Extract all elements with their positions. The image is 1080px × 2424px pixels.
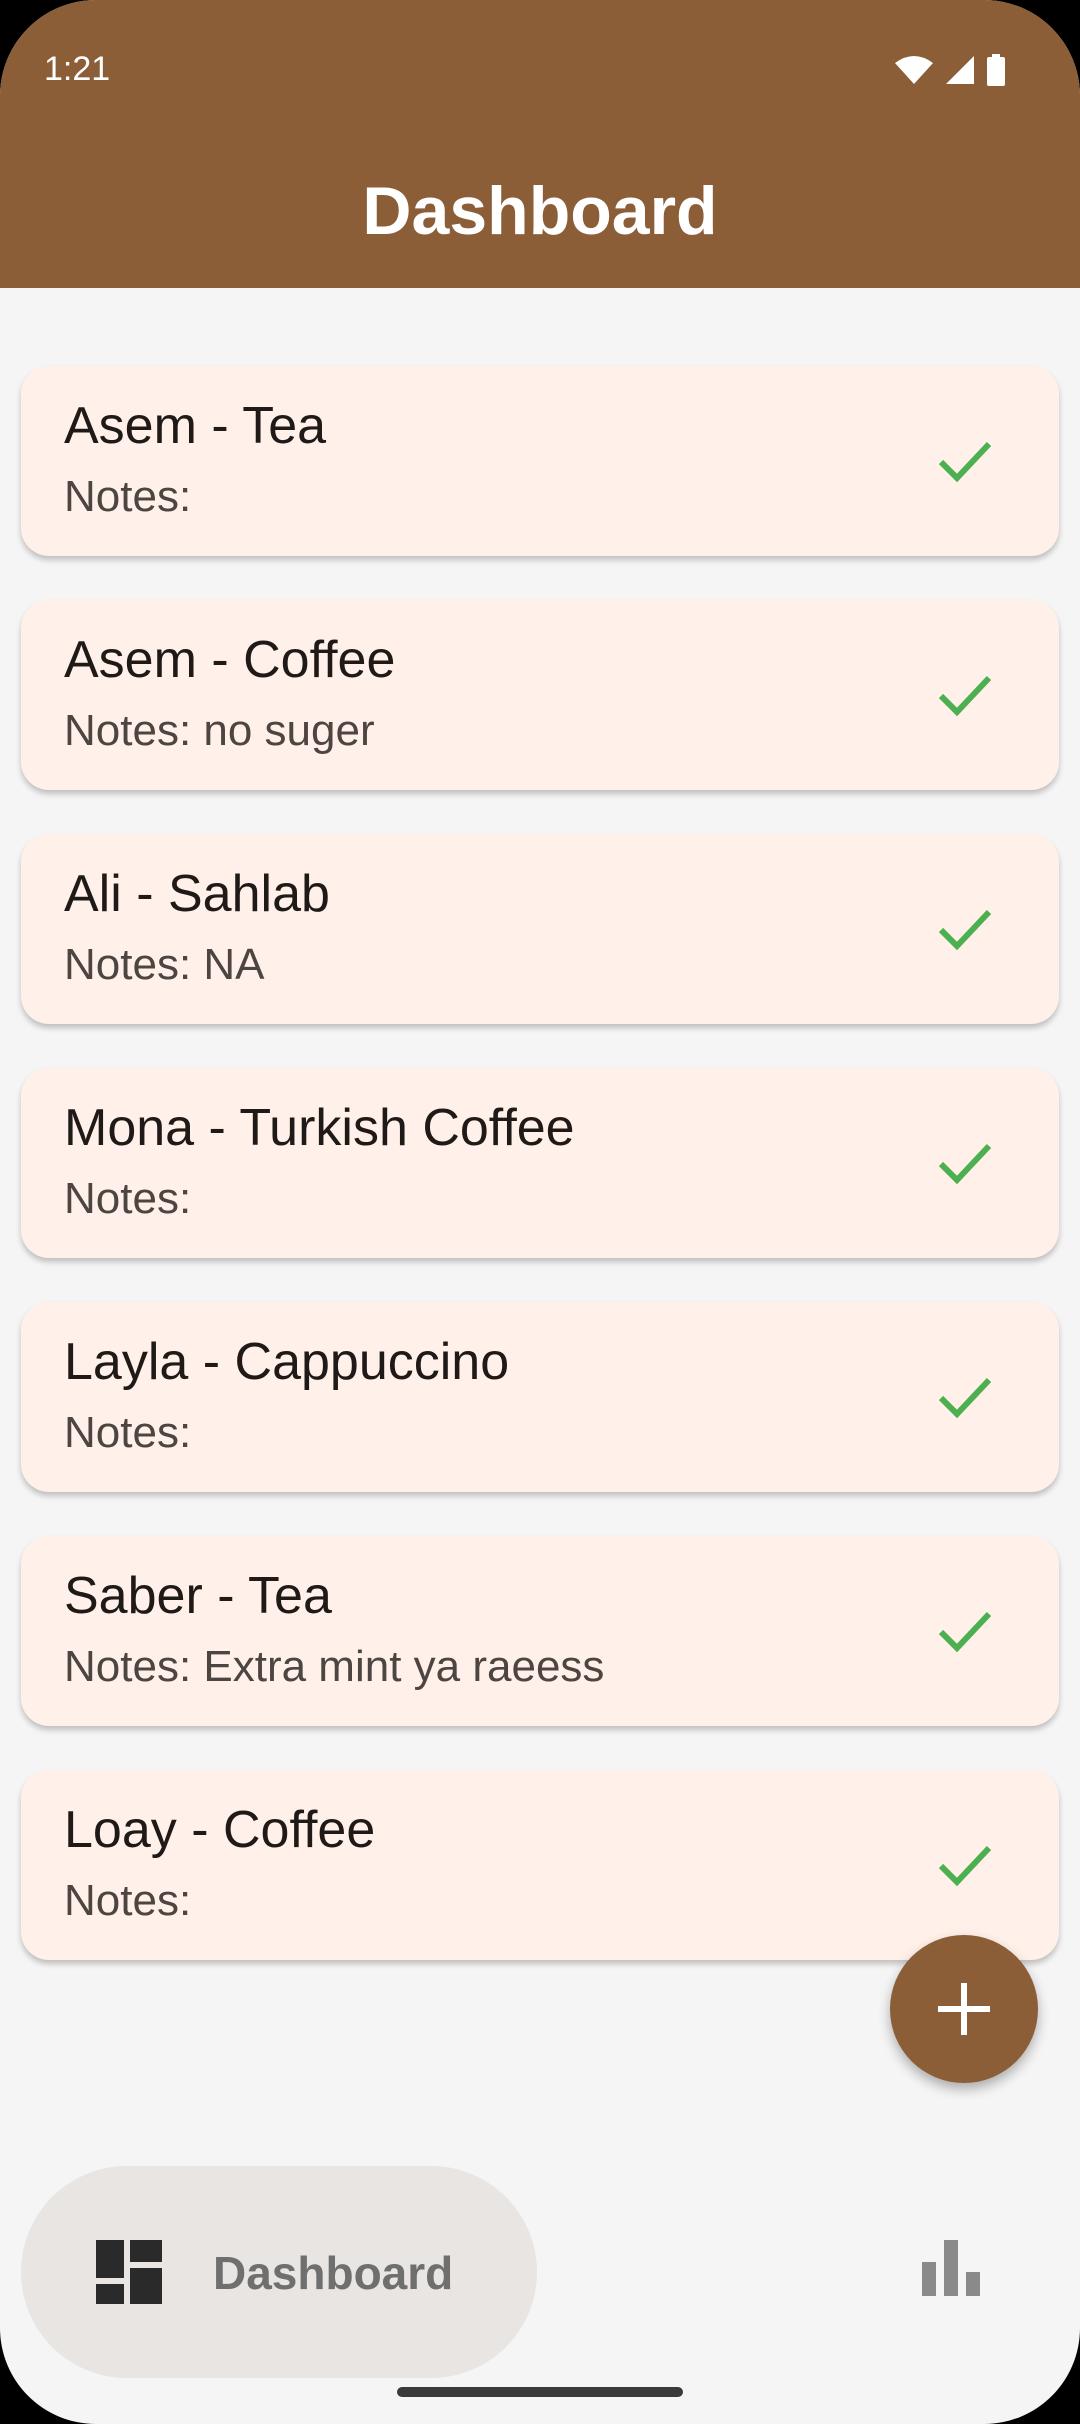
nav-item-dashboard[interactable]: Dashboard bbox=[21, 2166, 537, 2378]
plus-icon bbox=[938, 1983, 990, 2035]
order-title: Asem - Tea bbox=[64, 397, 327, 455]
check-icon[interactable] bbox=[937, 1138, 993, 1188]
check-icon[interactable] bbox=[937, 1372, 993, 1422]
order-notes: Notes: no suger bbox=[64, 706, 375, 755]
check-icon[interactable] bbox=[937, 1606, 993, 1656]
bottom-navigation: Dashboard bbox=[0, 2150, 1080, 2424]
order-notes: Notes: Extra mint ya raeess bbox=[64, 1642, 605, 1691]
add-order-button[interactable] bbox=[890, 1935, 1038, 2083]
order-card[interactable]: Loay - Coffee Notes: bbox=[21, 1770, 1059, 1960]
check-icon[interactable] bbox=[937, 670, 993, 720]
order-card[interactable]: Layla - Cappuccino Notes: bbox=[21, 1302, 1059, 1492]
app-bar: 1:21 Dashboard bbox=[0, 0, 1080, 288]
battery-icon bbox=[987, 54, 1005, 86]
order-title: Saber - Tea bbox=[64, 1567, 332, 1625]
dashboard-icon bbox=[96, 2240, 162, 2304]
order-card[interactable]: Ali - Sahlab Notes: NA bbox=[21, 834, 1059, 1024]
order-card[interactable]: Asem - Tea Notes: bbox=[21, 366, 1059, 556]
order-notes: Notes: bbox=[64, 1174, 192, 1223]
check-icon[interactable] bbox=[937, 436, 993, 486]
check-icon[interactable] bbox=[937, 904, 993, 954]
nav-item-label: Dashboard bbox=[213, 2247, 454, 2299]
app-screen: 1:21 Dashboard Asem - Tea Notes: Asem - … bbox=[0, 0, 1080, 2424]
order-title: Ali - Sahlab bbox=[64, 865, 330, 923]
order-list: Asem - Tea Notes: Asem - Coffee Notes: n… bbox=[21, 366, 1059, 2004]
signal-icon bbox=[946, 56, 974, 84]
check-icon[interactable] bbox=[937, 1840, 993, 1890]
order-notes: Notes: NA bbox=[64, 940, 265, 989]
status-icons bbox=[894, 54, 1006, 86]
order-card[interactable]: Saber - Tea Notes: Extra mint ya raeess bbox=[21, 1536, 1059, 1726]
nav-item-stats[interactable] bbox=[890, 2240, 1014, 2336]
wifi-icon bbox=[895, 56, 933, 84]
home-indicator[interactable] bbox=[397, 2387, 683, 2397]
status-time: 1:21 bbox=[44, 50, 111, 88]
bar-chart-icon bbox=[922, 2240, 980, 2296]
order-title: Layla - Cappuccino bbox=[64, 1333, 510, 1391]
page-title: Dashboard bbox=[362, 173, 718, 249]
order-notes: Notes: bbox=[64, 1408, 192, 1457]
order-card[interactable]: Mona - Turkish Coffee Notes: bbox=[21, 1068, 1059, 1258]
order-title: Asem - Coffee bbox=[64, 631, 396, 689]
order-card[interactable]: Asem - Coffee Notes: no suger bbox=[21, 600, 1059, 790]
order-title: Mona - Turkish Coffee bbox=[64, 1099, 575, 1157]
order-notes: Notes: bbox=[64, 472, 192, 521]
order-notes: Notes: bbox=[64, 1876, 192, 1925]
order-title: Loay - Coffee bbox=[64, 1801, 376, 1859]
